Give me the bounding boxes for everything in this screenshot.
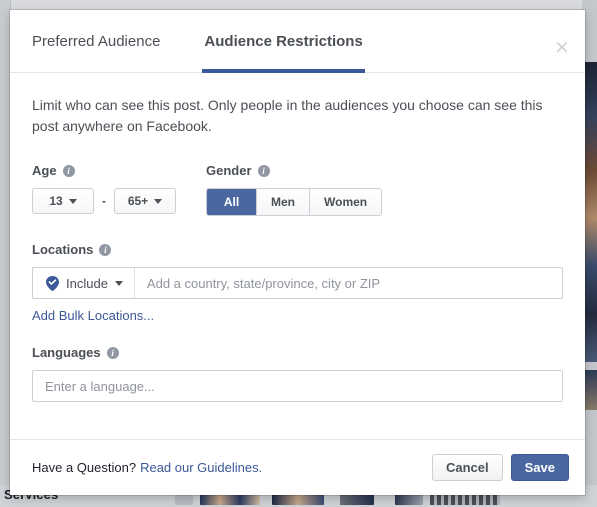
locations-combo: Include [32,267,563,299]
save-button-label: Save [524,460,555,475]
tab-bar: Preferred Audience Audience Restrictions [10,10,585,73]
gender-option-label: Women [324,195,368,209]
locations-section: Locations i Include Add Bulk Locations..… [32,242,563,325]
age-controls: 13 - 65+ [32,188,206,214]
gender-segmented-control: All Men Women [206,188,383,216]
languages-input[interactable] [32,370,563,402]
gender-option-men[interactable]: Men [257,189,310,215]
gender-option-all[interactable]: All [207,189,257,215]
audience-restrictions-dialog: Preferred Audience Audience Restrictions… [10,10,585,495]
cancel-button-label: Cancel [445,460,489,475]
locations-input[interactable] [134,268,562,298]
add-bulk-locations-link[interactable]: Add Bulk Locations... [32,308,154,323]
footer-actions: Cancel Save [431,454,569,481]
chevron-down-icon [114,280,123,286]
dialog-body: Limit who can see this post. Only people… [10,73,585,439]
tab-label: Audience Restrictions [204,32,363,50]
tab-preferred-audience[interactable]: Preferred Audience [32,10,160,72]
age-max-dropdown[interactable]: 65+ [114,188,176,214]
dialog-footer: Have a Question? Read our Guidelines. Ca… [10,439,585,495]
info-icon[interactable]: i [99,243,112,256]
age-label-group: Age i [32,163,206,178]
guidelines-link[interactable]: Read our Guidelines. [140,460,262,475]
close-icon[interactable]: × [551,36,573,58]
gender-option-women[interactable]: Women [310,189,382,215]
tab-label: Preferred Audience [32,32,161,50]
gender-section: Gender i All Men Women [206,163,563,216]
question-text: Have a Question? [32,460,137,475]
locations-label-group: Locations i [32,242,563,257]
save-button[interactable]: Save [510,454,569,481]
locations-include-dropdown[interactable]: Include [33,268,135,298]
locations-label: Locations [32,242,94,257]
age-gender-row: Age i 13 - 65+ Gender i All Men Women [32,163,563,216]
gender-option-label: All [223,195,240,209]
dialog-header: Preferred Audience Audience Restrictions… [10,10,585,73]
languages-label: Languages [32,345,101,360]
chevron-down-icon [68,198,77,204]
age-min-dropdown[interactable]: 13 [32,188,94,214]
info-icon[interactable]: i [257,164,270,177]
languages-label-group: Languages i [32,345,563,360]
dialog-description: Limit who can see this post. Only people… [32,97,543,134]
gender-option-label: Men [271,195,295,209]
locations-mode-label: Include [66,275,108,291]
close-glyph: × [554,35,570,58]
age-max-value: 65+ [127,194,149,208]
age-range-separator: - [102,194,106,208]
age-label: Age [32,163,57,178]
info-icon[interactable]: i [106,346,119,359]
age-min-value: 13 [49,194,63,208]
languages-section: Languages i [32,345,563,402]
cancel-button[interactable]: Cancel [431,454,503,481]
map-pin-icon [46,275,59,291]
age-section: Age i 13 - 65+ [32,163,206,216]
gender-label: Gender [206,163,252,178]
chevron-down-icon [154,198,163,204]
info-icon[interactable]: i [62,164,75,177]
gender-label-group: Gender i [206,163,563,178]
tab-audience-restrictions[interactable]: Audience Restrictions [202,10,366,73]
